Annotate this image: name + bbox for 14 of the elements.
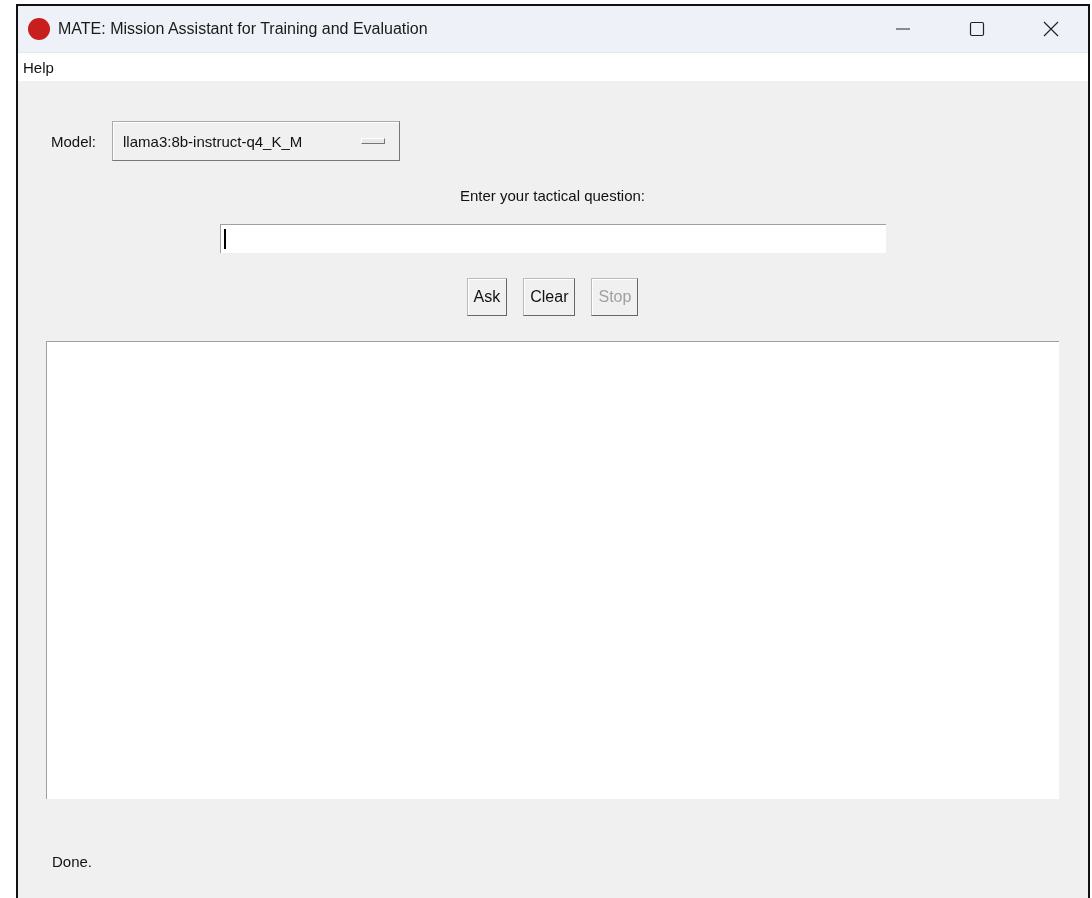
question-label: Enter your tactical question: [459,187,646,204]
close-icon [1043,21,1059,37]
maximize-icon [969,21,985,37]
model-dropdown[interactable]: llama3:8b-instruct-q4_K_M [112,121,401,161]
app-logo-icon [28,18,50,40]
model-label: Model: [51,132,97,150]
response-text-area[interactable] [46,341,1059,799]
action-button[interactable]: Ask [466,278,508,316]
question-input-field[interactable] [219,224,886,253]
window-title: MATE: Mission Assistant for Training and Evaluation [58,20,429,38]
action-button[interactable]: Clear [523,278,576,316]
status-text: Done. [51,853,94,870]
minimize-icon [896,28,910,30]
menu-item[interactable]: Help [18,58,59,76]
